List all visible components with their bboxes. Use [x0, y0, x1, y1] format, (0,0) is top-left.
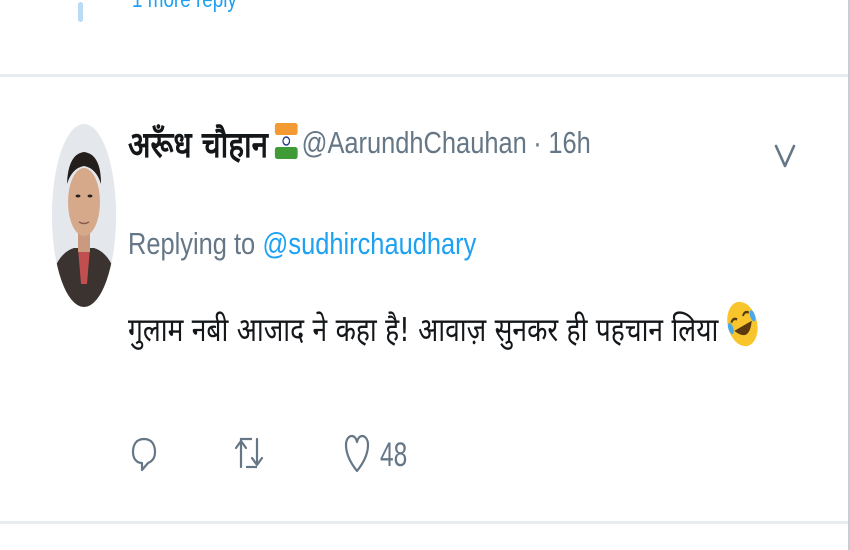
- tweet-divider-top: [0, 74, 848, 77]
- tweet-actions: 48: [0, 420, 850, 490]
- user-handle[interactable]: @AarundhChauhan: [302, 125, 527, 161]
- more-replies-link[interactable]: 1 more reply: [132, 0, 237, 13]
- chevron-down-icon[interactable]: [772, 140, 798, 170]
- tweet-text: गुलाम नबी आजाद ने कहा है! आवाज़ सुनकर ही…: [128, 300, 760, 356]
- timestamp[interactable]: 16h: [548, 125, 590, 161]
- replying-to: Replying to @sudhirchaudhary: [128, 222, 476, 266]
- reply-button[interactable]: [130, 420, 158, 490]
- tweet-divider-bottom: [0, 521, 848, 524]
- avatar[interactable]: [52, 124, 116, 307]
- retweet-icon: [232, 433, 266, 478]
- replying-label: Replying to: [128, 226, 256, 261]
- like-button[interactable]: 48: [344, 420, 418, 490]
- tweet-header: अरूँध चौहान @AarundhChauhan · 16h: [128, 118, 591, 168]
- india-flag-icon: [274, 121, 298, 166]
- separator-dot: ·: [533, 125, 542, 160]
- retweet-button[interactable]: [232, 420, 266, 490]
- like-count: 48: [380, 435, 408, 474]
- thread-line: [78, 2, 83, 22]
- display-name[interactable]: अरूँध चौहान: [128, 119, 268, 168]
- mention-link[interactable]: @sudhirchaudhary: [263, 226, 477, 262]
- avatar-image: [52, 124, 116, 307]
- rolling-on-floor-laughing-emoji: [725, 295, 760, 361]
- heart-icon: [344, 431, 370, 480]
- tweet-body: गुलाम नबी आजाद ने कहा है! आवाज़ सुनकर ही…: [128, 309, 719, 349]
- reply-icon: [130, 433, 158, 478]
